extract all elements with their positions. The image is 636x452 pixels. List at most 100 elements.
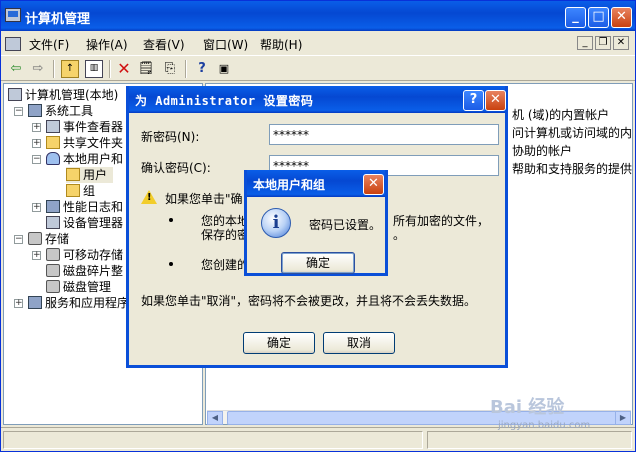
collapse-toggle[interactable]: −: [32, 155, 41, 164]
toolbar-separator: [109, 60, 111, 78]
tree-node-root[interactable]: 计算机管理(本地): [8, 87, 118, 103]
new-password-field[interactable]: ******: [269, 124, 499, 145]
defrag-icon: [46, 264, 60, 277]
description-cell: 机 (域)的内置帐户: [512, 108, 610, 122]
computer-icon: [8, 88, 22, 101]
menu-action[interactable]: 操作(A): [86, 36, 128, 53]
watermark-url: jingyan.baidu.com: [498, 420, 591, 431]
tree-node-label: 共享文件夹: [63, 136, 124, 150]
warning-text: 如果您单击"确: [165, 192, 243, 206]
tree-node-users[interactable]: 用户: [66, 167, 114, 183]
tree-node-groups[interactable]: 组: [66, 183, 95, 199]
users-groups-icon: [46, 152, 60, 165]
close-button[interactable]: ✕: [611, 7, 632, 28]
tree-node-local-users[interactable]: 本地用户和: [46, 151, 123, 167]
disk-management-icon: [46, 280, 60, 293]
toolbar-separator: [53, 60, 55, 78]
bullet-icon: [169, 218, 173, 222]
new-password-label: 新密码(N):: [141, 130, 200, 144]
maximize-button[interactable]: □: [588, 7, 609, 28]
storage-icon: [28, 232, 42, 245]
device-manager-icon: [46, 216, 60, 229]
tree-node-device-manager[interactable]: 设备管理器: [46, 215, 123, 231]
tree-node-shared-folders[interactable]: 共享文件夹: [46, 135, 123, 151]
main-title-bar[interactable]: 计算机管理 _ □ ✕: [1, 1, 635, 31]
bullet-icon: [169, 262, 173, 266]
expand-toggle[interactable]: +: [32, 139, 41, 148]
expand-toggle[interactable]: +: [32, 251, 41, 260]
mdi-restore-button[interactable]: ❐: [595, 36, 611, 50]
tree-node-label: 系统工具: [45, 104, 94, 118]
mdi-close-button[interactable]: ✕: [613, 36, 629, 50]
information-icon: i: [261, 208, 291, 238]
message-title-bar[interactable]: 本地用户和组 ✕: [247, 170, 385, 197]
removable-storage-icon: [46, 248, 60, 261]
bullet1-right-line1: 所有加密的文件，: [393, 214, 490, 228]
status-cell: [3, 431, 423, 449]
menu-file[interactable]: 文件(F): [29, 36, 69, 53]
expand-toggle[interactable]: +: [32, 123, 41, 132]
mdi-minimize-button[interactable]: _: [577, 36, 593, 50]
dialog-title-bar[interactable]: 为 Administrator 设置密码 ? ✕: [129, 86, 506, 113]
scroll-right-button[interactable]: ▶: [615, 411, 631, 425]
tree-node-event-viewer[interactable]: 事件查看器: [46, 119, 123, 135]
scroll-left-button[interactable]: ◀: [207, 411, 223, 425]
dialog-title: 为 Administrator 设置密码: [135, 94, 314, 108]
toolbar: ⇦ ⇨ ↑ ▥ ✕ 🗒 ⎘ ? ▣: [1, 55, 635, 81]
minimize-button[interactable]: _: [565, 7, 586, 28]
menu-view[interactable]: 查看(V): [143, 36, 185, 53]
tree-node-storage[interactable]: 存储: [28, 231, 69, 247]
help-icon[interactable]: ?: [193, 60, 211, 78]
status-cell: [427, 431, 632, 449]
tree-node-label: 服务和应用程序: [45, 296, 130, 310]
properties-icon[interactable]: 🗒: [137, 60, 155, 78]
bullet1-line2: 保存的密: [201, 228, 250, 242]
menu-bar: 文件(F) 操作(A) 查看(V) 窗口(W) 帮助(H) _ ❐ ✕: [1, 32, 635, 54]
tree-node-services-apps[interactable]: 服务和应用程序: [28, 295, 129, 311]
performance-logs-icon: [46, 200, 60, 213]
folder-icon: [66, 168, 80, 181]
mdi-system-icon[interactable]: [5, 37, 21, 51]
action-pane-icon[interactable]: ▣: [215, 60, 233, 78]
description-cell: 帮助和支持服务的提供: [512, 162, 633, 176]
folder-icon: [66, 184, 80, 197]
tree-node-label: 计算机管理(本地): [25, 88, 119, 102]
up-folder-icon[interactable]: ↑: [61, 60, 79, 78]
tools-icon: [28, 104, 42, 117]
toolbar-separator: [185, 60, 187, 78]
help-button[interactable]: ?: [463, 90, 484, 111]
message-close-button[interactable]: ✕: [363, 174, 384, 195]
export-list-icon[interactable]: ⎘: [161, 60, 179, 78]
tree-node-label: 用户: [83, 168, 108, 182]
tree-node-label: 磁盘管理: [63, 280, 112, 294]
message-ok-button[interactable]: 确定: [281, 252, 355, 274]
delete-icon[interactable]: ✕: [115, 60, 133, 78]
menu-help[interactable]: 帮助(H): [260, 36, 302, 53]
expand-toggle[interactable]: +: [14, 299, 23, 308]
computer-management-icon: [5, 8, 21, 22]
ok-button[interactable]: 确定: [243, 332, 315, 354]
bullet1-right-line2: 。: [393, 228, 406, 242]
shared-folder-icon: [46, 136, 60, 149]
message-text: 密码已设置。: [309, 218, 382, 232]
tree-node-perf-logs[interactable]: 性能日志和: [46, 199, 123, 215]
tree-node-defrag[interactable]: 磁盘碎片整: [46, 263, 123, 279]
collapse-toggle[interactable]: −: [14, 107, 23, 116]
show-hide-tree-icon[interactable]: ▥: [85, 60, 103, 78]
cancel-note: 如果您单击"取消"，密码将不会被更改，并且将不会丢失数据。: [141, 294, 477, 308]
tree-node-label: 磁盘碎片整: [63, 264, 124, 278]
message-title: 本地用户和组: [253, 178, 326, 192]
tree-node-disk-management[interactable]: 磁盘管理: [46, 279, 111, 295]
tree-node-removable-storage[interactable]: 可移动存储: [46, 247, 123, 263]
tree-node-system-tools[interactable]: 系统工具: [28, 103, 93, 119]
dialog-close-button[interactable]: ✕: [485, 90, 506, 111]
back-arrow-icon[interactable]: ⇦: [7, 60, 25, 78]
cancel-button[interactable]: 取消: [323, 332, 395, 354]
menu-window[interactable]: 窗口(W): [203, 36, 248, 53]
tree-node-label: 组: [83, 184, 96, 198]
collapse-toggle[interactable]: −: [14, 235, 23, 244]
message-box: 本地用户和组 ✕ i 密码已设置。 确定: [244, 170, 388, 276]
forward-arrow-icon[interactable]: ⇨: [29, 60, 47, 78]
expand-toggle[interactable]: +: [32, 203, 41, 212]
tree-node-label: 事件查看器: [63, 120, 124, 134]
